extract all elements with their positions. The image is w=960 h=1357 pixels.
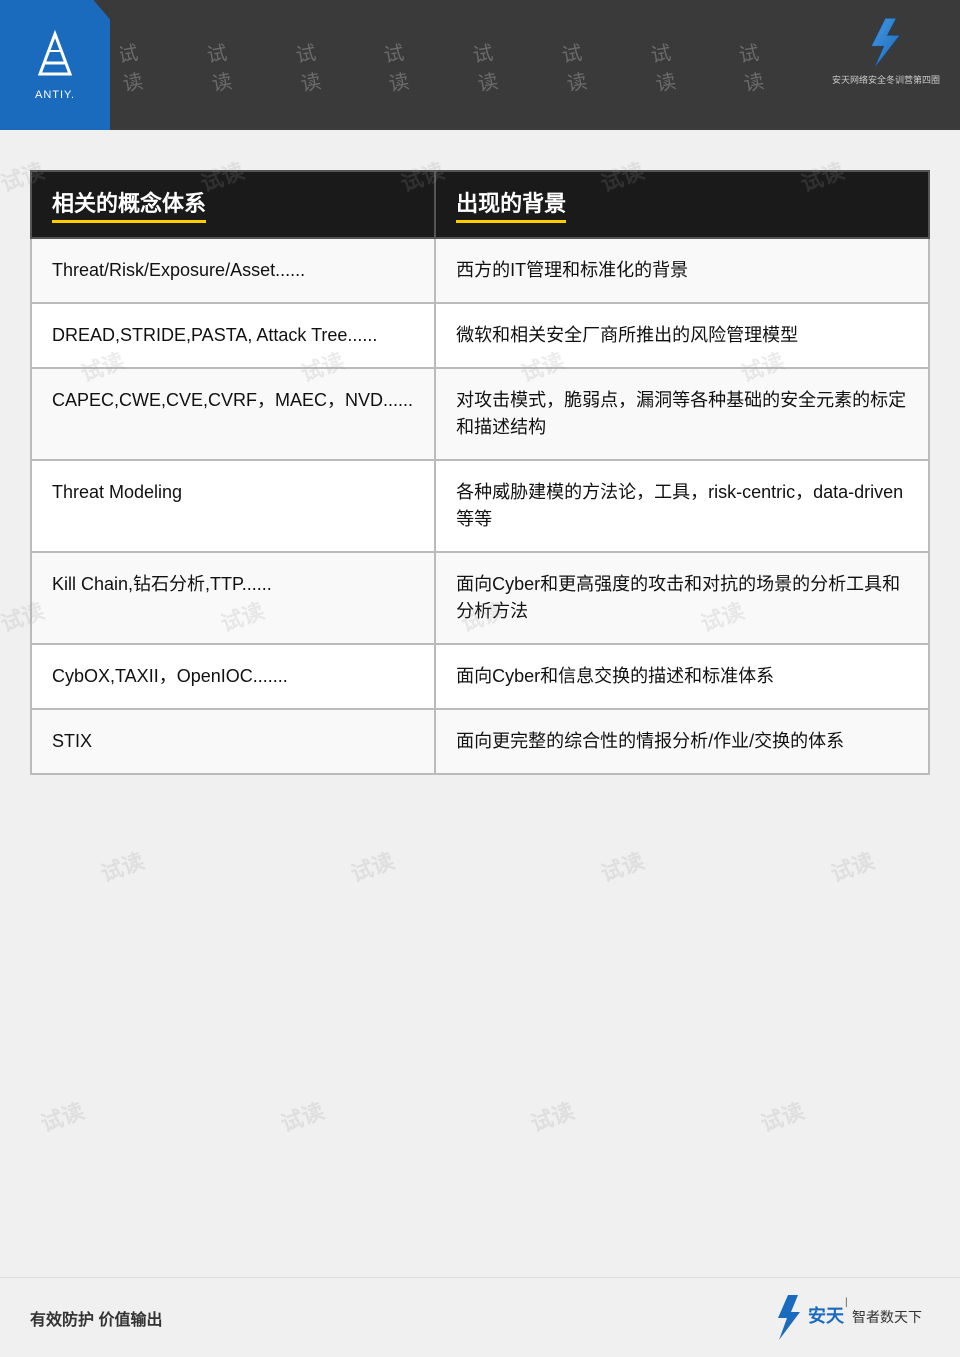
table-row: Kill Chain,钻石分析,TTP......面向Cyber和更高强度的攻击… xyxy=(31,552,929,644)
col1-header: 相关的概念体系 xyxy=(31,171,435,238)
col2-header: 出现的背景 xyxy=(435,171,929,238)
table-row: Threat Modeling各种威胁建模的方法论，工具，risk-centri… xyxy=(31,460,929,552)
row-5-col2: 面向Cyber和信息交换的描述和标准体系 xyxy=(435,644,929,709)
table-row: STIX面向更完整的综合性的情报分析/作业/交换的体系 xyxy=(31,709,929,774)
svg-text:智者数天下: 智者数天下 xyxy=(852,1309,922,1325)
table-row: CybOX,TAXII，OpenIOC.......面向Cyber和信息交换的描… xyxy=(31,644,929,709)
row-1-col2: 微软和相关安全厂商所推出的风险管理模型 xyxy=(435,303,929,368)
main-content: 相关的概念体系 出现的背景 Threat/Risk/Exposure/Asset… xyxy=(0,130,960,805)
row-2-col2: 对攻击模式，脆弱点，漏洞等各种基础的安全元素的标定和描述结构 xyxy=(435,368,929,460)
table-row: Threat/Risk/Exposure/Asset......西方的IT管理和… xyxy=(31,238,929,303)
brand-subtitle-text: 安天网络安全冬训营第四圈 xyxy=(832,73,940,86)
row-6-col2: 面向更完整的综合性的情报分析/作业/交换的体系 xyxy=(435,709,929,774)
logo-icon xyxy=(30,29,80,85)
company-logo: ANTIY. xyxy=(0,0,110,130)
page-header: ANTIY. 试读 试读 试读 试读 试读 试读 试读 试读 安天网络安全冬训营… xyxy=(0,0,960,130)
page-footer: 有效防护 价值输出 安天 | 智者数天下 xyxy=(0,1277,960,1357)
row-4-col1: Kill Chain,钻石分析,TTP...... xyxy=(31,552,435,644)
row-3-col1: Threat Modeling xyxy=(31,460,435,552)
brand-logo-icon xyxy=(858,15,913,70)
row-0-col2: 西方的IT管理和标准化的背景 xyxy=(435,238,929,303)
footer-tagline: 有效防护 价值输出 xyxy=(30,1306,162,1330)
svg-text:|: | xyxy=(845,1297,848,1308)
header-watermarks: 试读 试读 试读 试读 试读 试读 试读 试读 xyxy=(120,0,780,130)
row-0-col1: Threat/Risk/Exposure/Asset...... xyxy=(31,238,435,303)
footer-logo-icon: 安天 | 智者数天下 xyxy=(770,1290,930,1345)
concept-table: 相关的概念体系 出现的背景 Threat/Risk/Exposure/Asset… xyxy=(30,170,930,775)
row-3-col2: 各种威胁建模的方法论，工具，risk-centric，data-driven等等 xyxy=(435,460,929,552)
svg-text:安天: 安天 xyxy=(808,1305,845,1326)
row-2-col1: CAPEC,CWE,CVE,CVRF，MAEC，NVD...... xyxy=(31,368,435,460)
table-row: CAPEC,CWE,CVE,CVRF，MAEC，NVD......对攻击模式，脆… xyxy=(31,368,929,460)
logo-label: ANTIY. xyxy=(35,89,75,101)
row-5-col1: CybOX,TAXII，OpenIOC....... xyxy=(31,644,435,709)
row-1-col1: DREAD,STRIDE,PASTA, Attack Tree...... xyxy=(31,303,435,368)
footer-logo-area: 安天 | 智者数天下 xyxy=(770,1290,930,1345)
top-right-brand: 安天网络安全冬训营第四圈 xyxy=(832,15,940,86)
row-4-col2: 面向Cyber和更高强度的攻击和对抗的场景的分析工具和分析方法 xyxy=(435,552,929,644)
table-row: DREAD,STRIDE,PASTA, Attack Tree......微软和… xyxy=(31,303,929,368)
row-6-col1: STIX xyxy=(31,709,435,774)
